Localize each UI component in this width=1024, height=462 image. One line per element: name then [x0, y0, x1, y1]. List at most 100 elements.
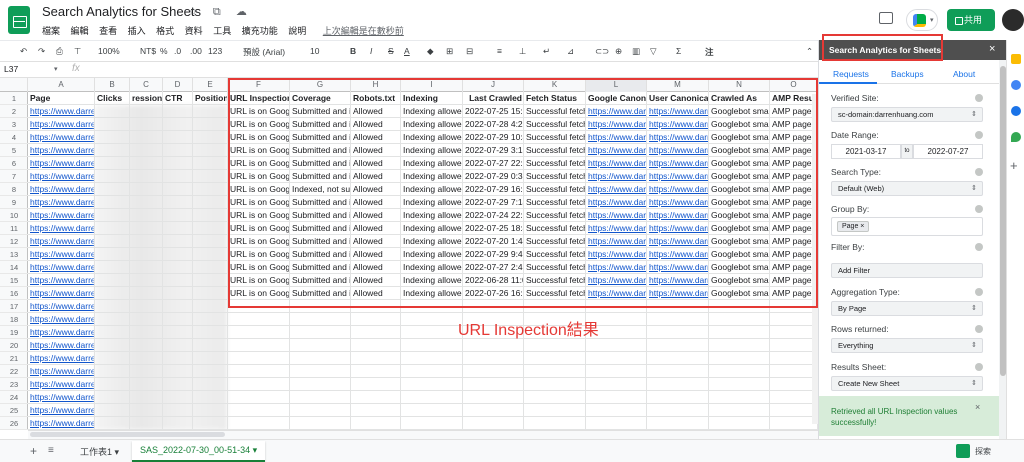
functions-icon[interactable]: Σ	[676, 46, 681, 56]
tab-backups[interactable]: Backups	[891, 69, 924, 79]
sheet-tab-1[interactable]: 工作表1 ▾	[80, 445, 119, 458]
add-filter-button[interactable]: Add Filter	[831, 263, 983, 278]
star-move-cloud-icon[interactable]: ☆ ⧉ ☁	[188, 5, 253, 19]
tasks-icon[interactable]	[1011, 80, 1021, 90]
redo-icon[interactable]: ↷	[38, 46, 45, 57]
row-header-7[interactable]: 7	[0, 170, 28, 183]
row-header-6[interactable]: 6	[0, 157, 28, 170]
info-icon[interactable]	[975, 243, 983, 251]
sheet-tab-sas[interactable]: SAS_2022-07-30_00-51-34 ▾	[132, 441, 266, 462]
horizontal-align-icon[interactable]: ≡	[497, 46, 502, 56]
row-header-17[interactable]: 17	[0, 300, 28, 313]
tab-requests[interactable]: Requests	[833, 69, 869, 79]
row-header-24[interactable]: 24	[0, 391, 28, 404]
add-on-plus-icon[interactable]: +	[1010, 158, 1018, 173]
column-header-b[interactable]: B	[95, 78, 130, 92]
borders-icon[interactable]: ⊞	[446, 46, 453, 57]
increase-decimal-button[interactable]: .00	[190, 46, 202, 56]
keep-icon[interactable]	[1011, 54, 1021, 64]
column-header-c[interactable]: C	[130, 78, 163, 92]
menu-help[interactable]: 說明	[288, 26, 306, 36]
insert-comment-icon[interactable]: ⊕	[615, 46, 622, 57]
menu-tools[interactable]: 工具	[213, 26, 231, 36]
share-button[interactable]: 共用	[947, 9, 995, 31]
info-icon[interactable]	[975, 94, 983, 102]
info-icon[interactable]	[975, 363, 983, 371]
filter-icon[interactable]: ▽	[650, 46, 657, 57]
row-header-5[interactable]: 5	[0, 144, 28, 157]
meet-button[interactable]: ▾	[906, 9, 938, 31]
column-header-d[interactable]: D	[163, 78, 193, 92]
tab-about[interactable]: About	[953, 69, 975, 79]
row-header-22[interactable]: 22	[0, 365, 28, 378]
merge-cells-icon[interactable]: ⊟	[466, 46, 473, 57]
currency-button[interactable]: NT$	[140, 46, 156, 56]
name-box[interactable]: L37	[4, 64, 18, 74]
contacts-icon[interactable]	[1011, 106, 1021, 116]
sheets-logo-icon[interactable]	[8, 6, 30, 34]
strikethrough-button[interactable]: S	[388, 46, 394, 56]
row-header-14[interactable]: 14	[0, 261, 28, 274]
rows-returned-select[interactable]: Everything ⇕	[831, 338, 983, 353]
collapse-toolbar-icon[interactable]: ⌃	[806, 46, 813, 57]
vertical-align-icon[interactable]: ⊥	[519, 46, 526, 57]
bold-button[interactable]: B	[350, 46, 356, 56]
row-header-20[interactable]: 20	[0, 339, 28, 352]
comment-history-icon[interactable]	[879, 12, 893, 24]
italic-button[interactable]: I	[370, 46, 372, 56]
info-icon[interactable]	[975, 325, 983, 333]
row-header-8[interactable]: 8	[0, 183, 28, 196]
aggregation-type-select[interactable]: By Page ⇕	[831, 301, 983, 316]
text-color-button[interactable]: A	[404, 46, 410, 56]
date-to-input[interactable]: 2022-07-27	[913, 144, 983, 159]
menu-format[interactable]: 格式	[156, 26, 174, 36]
menu-insert[interactable]: 插入	[128, 26, 146, 36]
row-header-18[interactable]: 18	[0, 313, 28, 326]
close-icon[interactable]: ×	[975, 402, 980, 412]
chevron-down-icon[interactable]: ▾	[54, 65, 58, 73]
last-edit-link[interactable]: 上次編輯是在數秒前	[323, 26, 404, 36]
group-by-chip-page[interactable]: Page ×	[837, 221, 870, 232]
input-tools-button[interactable]: 注	[705, 46, 714, 58]
menu-data[interactable]: 資料	[185, 26, 203, 36]
undo-icon[interactable]: ↶	[20, 46, 27, 57]
row-header-9[interactable]: 9	[0, 196, 28, 209]
search-type-select[interactable]: Default (Web) ⇕	[831, 181, 983, 196]
row-header-10[interactable]: 10	[0, 209, 28, 222]
row-header-25[interactable]: 25	[0, 404, 28, 417]
results-sheet-select[interactable]: Create New Sheet ⇕	[831, 376, 983, 391]
row-header-3[interactable]: 3	[0, 118, 28, 131]
fill-color-icon[interactable]: ◆	[427, 46, 434, 57]
row-header-21[interactable]: 21	[0, 352, 28, 365]
row-header-12[interactable]: 12	[0, 235, 28, 248]
zoom-select[interactable]: 100%	[98, 46, 120, 56]
avatar[interactable]	[1002, 9, 1024, 31]
select-all-corner[interactable]	[0, 78, 28, 92]
column-header-e[interactable]: E	[193, 78, 228, 92]
more-formats-button[interactable]: 123	[208, 46, 222, 56]
paint-format-icon[interactable]: ⊤	[74, 46, 81, 57]
menu-edit[interactable]: 編輯	[71, 26, 89, 36]
info-icon[interactable]	[975, 288, 983, 296]
all-sheets-button[interactable]: ≡	[48, 445, 54, 456]
column-header-a[interactable]: A	[28, 78, 95, 92]
info-icon[interactable]	[975, 205, 983, 213]
decrease-decimal-button[interactable]: .0	[174, 46, 181, 56]
percent-button[interactable]: %	[160, 46, 168, 56]
text-wrap-icon[interactable]: ↵	[543, 46, 550, 57]
menu-view[interactable]: 查看	[99, 26, 117, 36]
explore-icon[interactable]	[956, 444, 970, 458]
row-header-19[interactable]: 19	[0, 326, 28, 339]
row-header-23[interactable]: 23	[0, 378, 28, 391]
font-select[interactable]: 預設 (Arial)	[243, 46, 285, 58]
row-header-13[interactable]: 13	[0, 248, 28, 261]
info-icon[interactable]	[975, 168, 983, 176]
text-rotate-icon[interactable]: ⊿	[567, 46, 574, 57]
row-header-11[interactable]: 11	[0, 222, 28, 235]
date-from-input[interactable]: 2021-03-17	[831, 144, 901, 159]
menu-file[interactable]: 檔案	[42, 26, 60, 36]
insert-link-icon[interactable]: ⊂⊃	[595, 46, 609, 57]
insert-chart-icon[interactable]: ▥	[632, 46, 640, 57]
row-header-2[interactable]: 2	[0, 105, 28, 118]
row-header-1[interactable]: 1	[0, 92, 28, 105]
